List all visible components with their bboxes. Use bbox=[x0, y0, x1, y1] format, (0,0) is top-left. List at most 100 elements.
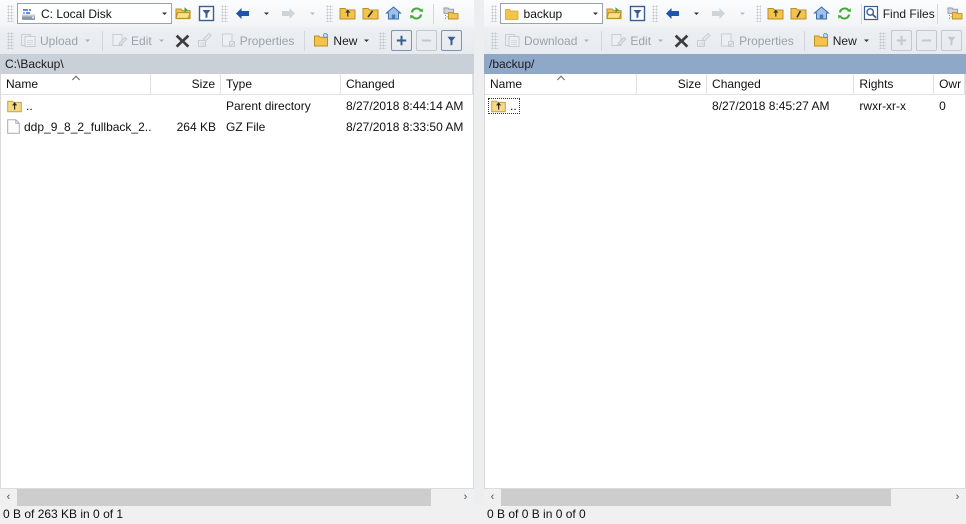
local-path-bar[interactable]: C:\Backup\ bbox=[0, 54, 474, 74]
upload-button[interactable]: Upload bbox=[17, 29, 97, 52]
toolbar-grip[interactable] bbox=[491, 5, 497, 22]
file-name-cell[interactable]: ddp_9_8_2_fullback_2... bbox=[5, 119, 151, 134]
properties-label: Properties bbox=[739, 33, 794, 48]
forward-arrow-icon bbox=[280, 5, 297, 22]
back-arrow-icon bbox=[234, 5, 251, 22]
scroll-thumb[interactable] bbox=[501, 488, 891, 506]
column-header-type[interactable]: Type bbox=[221, 74, 341, 94]
column-header-size[interactable]: Size bbox=[637, 74, 708, 94]
new-directory-shortcut-button[interactable] bbox=[943, 2, 966, 25]
file-name-cell[interactable]: .. bbox=[488, 97, 520, 114]
cell-owr: 0 bbox=[934, 95, 965, 116]
chevron-down-icon bbox=[580, 36, 591, 45]
back-dropdown-button[interactable] bbox=[254, 2, 277, 25]
toolbar-grip[interactable] bbox=[491, 32, 498, 49]
chevron-down-icon bbox=[736, 9, 747, 18]
plus-icon bbox=[895, 34, 908, 47]
filter-button[interactable] bbox=[195, 2, 218, 25]
parent-directory-button[interactable] bbox=[336, 2, 359, 25]
new-button[interactable]: New bbox=[310, 29, 376, 52]
scroll-left-button[interactable]: ‹ bbox=[0, 488, 17, 506]
delete-button[interactable] bbox=[670, 29, 693, 52]
scroll-right-button[interactable]: › bbox=[457, 488, 474, 506]
chevron-down-icon[interactable] bbox=[588, 9, 602, 18]
column-header-changed[interactable]: Changed bbox=[707, 74, 855, 94]
filter-button[interactable] bbox=[626, 2, 649, 25]
toolbar-grip[interactable] bbox=[755, 5, 762, 22]
home-directory-button[interactable] bbox=[382, 2, 405, 25]
column-header-name[interactable]: Name bbox=[1, 74, 151, 94]
properties-button[interactable]: Properties bbox=[716, 29, 799, 52]
right-toolbar-row-commands: Download Edit ab Properties New bbox=[484, 27, 966, 54]
cell-value: 8/27/2018 8:44:14 AM bbox=[346, 98, 464, 113]
toolbar-grip[interactable] bbox=[221, 5, 228, 22]
column-header-owr[interactable]: Owr bbox=[934, 74, 965, 94]
back-button[interactable] bbox=[231, 2, 254, 25]
column-header-label: Rights bbox=[859, 77, 894, 91]
scroll-track[interactable] bbox=[17, 488, 457, 506]
drive-select-value: C: Local Disk bbox=[41, 6, 112, 21]
refresh-button[interactable] bbox=[833, 2, 856, 25]
column-header-changed[interactable]: Changed bbox=[341, 74, 473, 94]
remote-path-bar[interactable]: /backup/ bbox=[484, 54, 966, 74]
panel-splitter[interactable] bbox=[474, 54, 484, 505]
toolbar-grip[interactable] bbox=[878, 32, 886, 49]
local-file-list[interactable]: Name Size Type Changed .. Parent directory 8/… bbox=[0, 74, 474, 488]
local-hscrollbar[interactable]: ‹ › bbox=[0, 488, 474, 506]
root-directory-button[interactable] bbox=[787, 2, 810, 25]
cell-value: 8/27/2018 8:33:50 AM bbox=[346, 119, 464, 134]
parent-directory-button[interactable] bbox=[764, 2, 787, 25]
open-directory-button[interactable] bbox=[603, 2, 626, 25]
new-button[interactable]: New bbox=[810, 29, 876, 52]
file-panels: C:\Backup\ Name Size Type Changed .. Parent … bbox=[0, 54, 966, 506]
plus-icon bbox=[395, 34, 408, 47]
download-button[interactable]: Download bbox=[501, 29, 596, 52]
column-header-name[interactable]: Name bbox=[485, 74, 638, 94]
forward-button bbox=[277, 2, 300, 25]
selection-filter-button[interactable] bbox=[441, 30, 463, 51]
column-header-label: Name bbox=[490, 77, 523, 91]
toolbar-grip[interactable] bbox=[379, 32, 387, 49]
edit-button[interactable]: Edit bbox=[108, 29, 171, 52]
remote-file-list[interactable]: Name Size Changed Rights Owr .. 8/27/2018 8:4… bbox=[484, 74, 966, 488]
file-row[interactable]: .. 8/27/2018 8:45:27 AM rwxr-xr-x 0 bbox=[485, 95, 965, 116]
find-files-button[interactable]: Find Files bbox=[863, 2, 935, 25]
home-directory-button[interactable] bbox=[810, 2, 833, 25]
file-row[interactable]: .. Parent directory 8/27/2018 8:44:14 AM bbox=[1, 95, 473, 116]
new-directory-shortcut-button[interactable] bbox=[439, 2, 462, 25]
unselect-files-button bbox=[416, 30, 438, 51]
remote-directory-select[interactable]: backup bbox=[499, 3, 604, 24]
back-button[interactable] bbox=[661, 2, 684, 25]
recent-directory-button[interactable] bbox=[359, 2, 382, 25]
toolbar-grip[interactable] bbox=[652, 5, 658, 22]
toolbar-grip[interactable] bbox=[326, 5, 333, 22]
scroll-left-button[interactable]: ‹ bbox=[484, 488, 501, 506]
refresh-button[interactable] bbox=[405, 2, 428, 25]
remote-column-headers: Name Size Changed Rights Owr bbox=[485, 74, 965, 95]
toolbar-grip[interactable] bbox=[7, 32, 14, 49]
open-directory-button[interactable] bbox=[172, 2, 195, 25]
file-name-cell[interactable]: .. bbox=[5, 99, 35, 113]
scroll-right-button[interactable]: › bbox=[949, 488, 966, 506]
local-panel: C:\Backup\ Name Size Type Changed .. Parent … bbox=[0, 54, 474, 506]
chevron-down-icon[interactable] bbox=[157, 9, 171, 18]
delete-button[interactable] bbox=[171, 29, 194, 52]
drive-select[interactable]: C: Local Disk bbox=[17, 3, 172, 24]
scroll-track[interactable] bbox=[501, 488, 949, 506]
column-header-size[interactable]: Size bbox=[151, 74, 221, 94]
remote-file-rows[interactable]: .. 8/27/2018 8:45:27 AM rwxr-xr-x 0 bbox=[485, 95, 965, 488]
left-toolbars: C: Local Disk Upload Edit ab Properties … bbox=[0, 0, 474, 54]
local-status-bar: 0 B of 263 KB in 0 of 1 bbox=[0, 505, 474, 524]
edit-button[interactable]: Edit bbox=[607, 29, 670, 52]
column-header-rights[interactable]: Rights bbox=[854, 74, 935, 94]
remote-hscrollbar[interactable]: ‹ › bbox=[484, 488, 966, 506]
local-file-rows[interactable]: .. Parent directory 8/27/2018 8:44:14 AM dd… bbox=[1, 95, 473, 488]
back-dropdown-button[interactable] bbox=[684, 2, 707, 25]
rename-icon: ab bbox=[197, 32, 214, 49]
select-files-button[interactable] bbox=[391, 30, 413, 51]
column-header-label: Size bbox=[677, 77, 702, 91]
toolbar-grip[interactable] bbox=[7, 5, 14, 22]
scroll-thumb[interactable] bbox=[17, 488, 431, 506]
properties-button[interactable]: Properties bbox=[217, 29, 300, 52]
file-row[interactable]: ddp_9_8_2_fullback_2... 264 KB GZ File 8/27… bbox=[1, 116, 473, 137]
